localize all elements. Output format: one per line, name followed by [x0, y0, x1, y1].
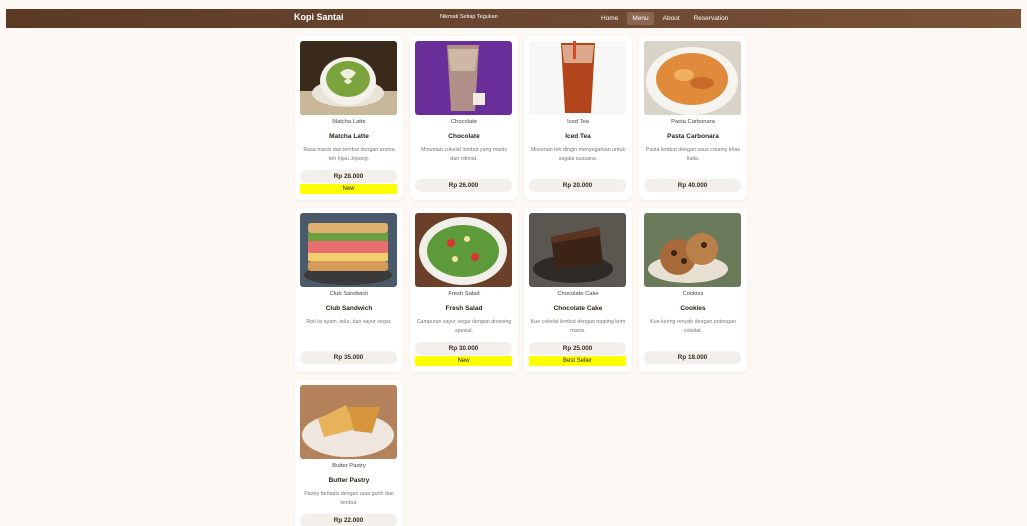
- card-description: Pastry berlapis dengan rasa gurih dan le…: [304, 491, 394, 506]
- card-price[interactable]: Rp 28.000: [300, 170, 397, 183]
- card-caption: Matcha Latte: [332, 119, 366, 125]
- card-badge: New: [300, 184, 397, 194]
- pasta-carbonara-image: [644, 41, 741, 115]
- card-price[interactable]: Rp 25.000: [529, 342, 626, 355]
- card-caption: Chocolate Cake: [557, 291, 599, 297]
- card-price[interactable]: Rp 20.000: [529, 179, 626, 192]
- menu-card-butter-pastry: Butter Pastry Butter Pastry Pastry berla…: [295, 380, 403, 526]
- nav-about[interactable]: About: [658, 12, 685, 25]
- chocolate-image: [415, 41, 512, 115]
- nav-menu[interactable]: Menu: [627, 12, 654, 25]
- card-description: Kue kering renyah dengan potongan cokela…: [650, 319, 736, 334]
- menu-card-chocolate: Chocolate Chocolate Minuman cokelat lemb…: [410, 36, 518, 200]
- menu-card-iced-tea: Iced Tea Iced Tea Minuman teh dingin men…: [524, 36, 632, 200]
- menu-card-chocolate-cake: Chocolate Cake Chocolate Cake Kue cokela…: [524, 208, 632, 372]
- card-description: Minuman cokelat lembut yang manis dan ni…: [421, 147, 507, 162]
- card-caption: Cookies: [682, 291, 704, 297]
- cookies-image: [644, 213, 741, 287]
- card-name: Club Sandwich: [325, 305, 373, 312]
- card-price[interactable]: Rp 26.000: [415, 179, 512, 192]
- card-description: Campuran sayur segar dengan dressing spe…: [416, 319, 512, 334]
- matcha-latte-image: [300, 41, 397, 115]
- fresh-salad-image: [415, 213, 512, 287]
- card-name: Chocolate: [448, 133, 480, 140]
- card-caption: Club Sandwich: [329, 291, 369, 297]
- card-name: Cookies: [680, 305, 706, 312]
- nav-links: Home Menu About Reservation: [596, 12, 733, 25]
- card-name: Matcha Latte: [329, 133, 369, 140]
- menu-card-pasta-carbonara: Pasta Carbonara Pasta Carbonara Pasta le…: [639, 36, 747, 200]
- card-description: Rasa manis dan lembut dengan aroma teh h…: [303, 147, 395, 162]
- card-caption: Chocolate: [450, 119, 478, 125]
- butter-pastry-image: [300, 385, 397, 459]
- card-description: Roti isi ayam, telur, dan sayur segar.: [306, 319, 392, 325]
- chocolate-cake-image: [529, 213, 626, 287]
- card-description: Kue cokelat lembut dengan topping krim m…: [530, 319, 626, 334]
- card-badge: Best Seller: [529, 356, 626, 366]
- card-price[interactable]: Rp 30.000: [415, 342, 512, 355]
- card-price[interactable]: Rp 22.000: [300, 514, 397, 526]
- card-caption: Butter Pastry: [332, 463, 366, 469]
- card-name: Iced Tea: [565, 133, 591, 140]
- club-sandwich-image: [300, 213, 397, 287]
- card-name: Butter Pastry: [328, 477, 370, 484]
- menu-card-fresh-salad: Fresh Salad Fresh Salad Campuran sayur s…: [410, 208, 518, 372]
- card-caption: Iced Tea: [567, 119, 589, 125]
- iced-tea-image: [529, 41, 626, 115]
- card-description: Minuman teh dingin menyegarkan untuk seg…: [530, 147, 626, 162]
- menu-card-club-sandwich: Club Sandwich Club Sandwich Roti isi aya…: [295, 208, 403, 372]
- card-name: Chocolate Cake: [553, 305, 603, 312]
- nav-reservation[interactable]: Reservation: [689, 12, 734, 25]
- card-caption: Pasta Carbonara: [671, 119, 715, 125]
- brand-logo[interactable]: Kopi Santai: [294, 12, 344, 22]
- card-price[interactable]: Rp 35.000: [300, 351, 397, 364]
- card-description: Pasta lembut dengan saus creamy khas Ita…: [645, 147, 741, 162]
- tagline: Nikmati Setiap Tegukan: [440, 14, 498, 20]
- card-price[interactable]: Rp 40.000: [644, 179, 741, 192]
- menu-card-matcha-latte: Matcha Latte Matcha Latte Rasa manis dan…: [295, 36, 403, 200]
- card-caption: Fresh Salad: [448, 291, 480, 297]
- card-price[interactable]: Rp 18.000: [644, 351, 741, 364]
- nav-home[interactable]: Home: [596, 12, 623, 25]
- card-name: Pasta Carbonara: [667, 133, 719, 140]
- card-badge: New: [415, 356, 512, 366]
- navbar: Kopi Santai Nikmati Setiap Tegukan Home …: [6, 9, 1021, 28]
- card-name: Fresh Salad: [445, 305, 483, 312]
- menu-card-cookies: Cookies Cookies Kue kering renyah dengan…: [639, 208, 747, 372]
